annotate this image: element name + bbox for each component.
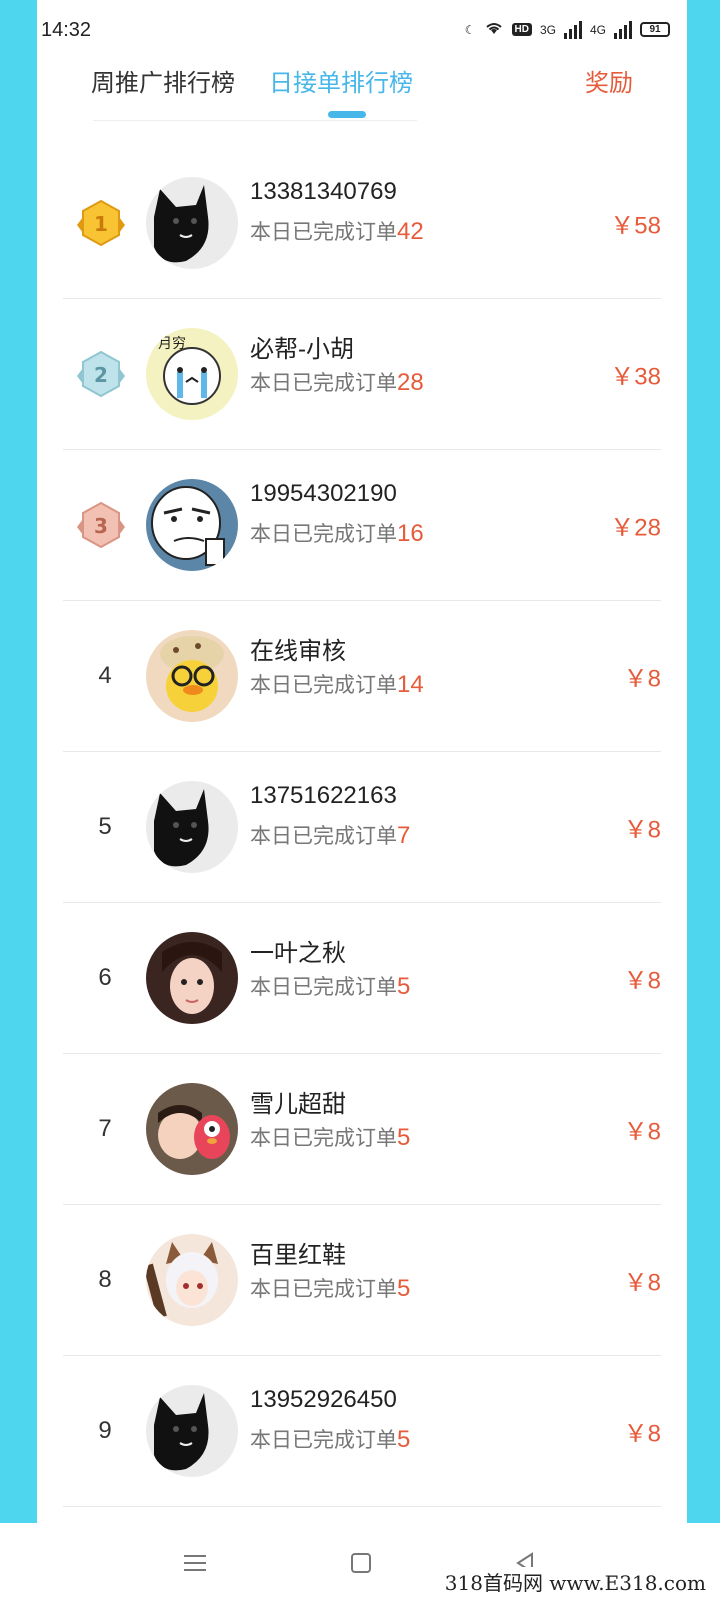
user-name: 19954302190 bbox=[250, 480, 397, 507]
avatar[interactable] bbox=[146, 1083, 238, 1175]
avatar[interactable] bbox=[146, 932, 238, 1024]
orders-summary: 本日已完成订单7 bbox=[250, 820, 410, 850]
user-name: 在线审核 bbox=[250, 638, 346, 665]
orders-count: 7 bbox=[397, 822, 411, 849]
tab-bar: 周推广排行榜 日接单排行榜 奖励 bbox=[37, 55, 687, 125]
rank-number: 9 bbox=[98, 1417, 112, 1444]
orders-label: 本日已完成订单 bbox=[250, 1127, 397, 1150]
rank-medal-icon: 2 bbox=[73, 346, 129, 402]
orders-summary: 本日已完成订单5 bbox=[250, 1122, 410, 1152]
reward-amount: ￥8 bbox=[623, 967, 661, 995]
svg-text:月穷: 月穷 bbox=[158, 336, 186, 352]
orders-count: 42 bbox=[397, 218, 424, 245]
rank-medal-icon: 3 bbox=[73, 497, 129, 553]
tab-divider bbox=[93, 120, 417, 121]
rank-medal-icon: 1 bbox=[73, 195, 129, 251]
ranking-row[interactable]: 5 13751622163 本日已完成订单7 ￥8 bbox=[63, 752, 661, 903]
ranking-row[interactable]: 4 在线审核本日已完成订单14 ￥8 bbox=[63, 601, 661, 752]
ranking-row[interactable]: 6 一叶之秋本日已完成订单5 ￥8 bbox=[63, 903, 661, 1054]
orders-label: 本日已完成订单 bbox=[250, 523, 397, 546]
avatar[interactable]: 月穷 bbox=[146, 328, 238, 420]
orders-summary: 本日已完成订单14 bbox=[250, 669, 424, 699]
rank-number: 7 bbox=[98, 1115, 112, 1142]
reward-link[interactable]: 奖励 bbox=[585, 63, 633, 98]
ranking-row[interactable]: 8 百里红鞋本日已完成订单5 ￥8 bbox=[63, 1205, 661, 1356]
avatar[interactable] bbox=[146, 1385, 238, 1477]
orders-count: 16 bbox=[397, 520, 424, 547]
tab-daily-orders[interactable]: 日接单排行榜 bbox=[269, 63, 413, 98]
user-name: 雪儿超甜 bbox=[250, 1091, 346, 1118]
wifi-icon bbox=[484, 20, 504, 39]
home-icon[interactable] bbox=[346, 1548, 376, 1578]
hd-badge: HD bbox=[511, 23, 532, 36]
menu-icon[interactable] bbox=[180, 1548, 210, 1578]
ranking-row[interactable]: 2 月穷 必帮-小胡本日已完成订单28 ￥38 bbox=[63, 299, 661, 450]
user-name: 13381340769 bbox=[250, 178, 397, 205]
user-name: 一叶之秋 bbox=[250, 940, 346, 967]
avatar[interactable] bbox=[146, 781, 238, 873]
user-name: 必帮-小胡 bbox=[250, 336, 354, 363]
avatar[interactable] bbox=[146, 630, 238, 722]
orders-label: 本日已完成订单 bbox=[250, 976, 397, 999]
status-bar: 14:32 ☾ HD 3G 4G 91 bbox=[0, 0, 720, 60]
orders-summary: 本日已完成订单42 bbox=[250, 216, 424, 246]
app-screen: 周推广排行榜 日接单排行榜 奖励 1 13381340769 本日已完成订单42 ￥5… bbox=[37, 0, 687, 1523]
orders-label: 本日已完成订单 bbox=[250, 674, 397, 697]
reward-amount: ￥8 bbox=[623, 665, 661, 693]
avatar[interactable] bbox=[146, 479, 238, 571]
rank-number: 8 bbox=[98, 1266, 112, 1293]
orders-label: 本日已完成订单 bbox=[250, 825, 397, 848]
orders-summary: 本日已完成订单5 bbox=[250, 1273, 410, 1303]
orders-count: 5 bbox=[397, 1124, 411, 1151]
orders-label: 本日已完成订单 bbox=[250, 372, 397, 395]
orders-label: 本日已完成订单 bbox=[250, 1429, 397, 1452]
ranking-row[interactable]: 9 13952926450 本日已完成订单5 ￥8 bbox=[63, 1356, 661, 1507]
reward-amount: ￥58 bbox=[610, 212, 661, 240]
orders-summary: 本日已完成订单28 bbox=[250, 367, 424, 397]
status-time: 14:32 bbox=[41, 19, 92, 41]
user-name: 13952926450 bbox=[250, 1386, 397, 1413]
signal-icon bbox=[563, 20, 582, 39]
orders-count: 14 bbox=[397, 671, 424, 698]
rank-number: 6 bbox=[98, 964, 112, 991]
ranking-row[interactable]: 1 13381340769 本日已完成订单42 ￥58 bbox=[63, 148, 661, 299]
status-icons: ☾ HD 3G 4G 91 bbox=[465, 20, 670, 39]
orders-count: 5 bbox=[397, 973, 411, 1000]
ranking-row[interactable]: 7 雪儿超甜本日已完成订单5 ￥8 bbox=[63, 1054, 661, 1205]
avatar[interactable] bbox=[146, 177, 238, 269]
watermark-text: 318首码网 www.E318.com bbox=[444, 1567, 706, 1596]
reward-amount: ￥38 bbox=[610, 363, 661, 391]
orders-summary: 本日已完成订单5 bbox=[250, 971, 410, 1001]
avatar[interactable] bbox=[146, 1234, 238, 1326]
orders-count: 28 bbox=[397, 369, 424, 396]
reward-amount: ￥8 bbox=[623, 1420, 661, 1448]
reward-amount: ￥28 bbox=[610, 514, 661, 542]
orders-summary: 本日已完成订单5 bbox=[250, 1424, 410, 1454]
rank-number: 5 bbox=[98, 813, 112, 840]
orders-label: 本日已完成订单 bbox=[250, 221, 397, 244]
orders-label: 本日已完成订单 bbox=[250, 1278, 397, 1301]
reward-amount: ￥8 bbox=[623, 1269, 661, 1297]
network-4g-label: 4G bbox=[589, 22, 606, 37]
ranking-row[interactable]: 3 19954302190 本日已完成订单16 ￥28 bbox=[63, 450, 661, 601]
user-name: 百里红鞋 bbox=[250, 1242, 346, 1269]
rank-number: 4 bbox=[98, 662, 112, 689]
signal-icon bbox=[614, 20, 632, 39]
reward-amount: ￥8 bbox=[623, 1118, 661, 1146]
network-3g-label: 3G bbox=[539, 22, 556, 37]
svg-text:1: 1 bbox=[94, 212, 108, 236]
orders-count: 5 bbox=[397, 1275, 411, 1302]
system-nav-bar: 318首码网 www.E318.com bbox=[0, 1523, 720, 1600]
orders-summary: 本日已完成订单16 bbox=[250, 518, 424, 548]
moon-icon: ☾ bbox=[464, 22, 476, 37]
svg-text:2: 2 bbox=[94, 363, 108, 387]
user-name: 13751622163 bbox=[250, 782, 397, 809]
active-tab-indicator bbox=[328, 111, 366, 118]
ranking-list: 1 13381340769 本日已完成订单42 ￥58 2 月穷 必帮-小胡 本日已完成订单2… bbox=[37, 148, 687, 1507]
svg-text:3: 3 bbox=[94, 514, 108, 538]
orders-count: 5 bbox=[397, 1426, 411, 1453]
reward-amount: ￥8 bbox=[623, 816, 661, 844]
battery-icon: 91 bbox=[640, 22, 670, 37]
tab-weekly-promotion[interactable]: 周推广排行榜 bbox=[91, 63, 235, 98]
